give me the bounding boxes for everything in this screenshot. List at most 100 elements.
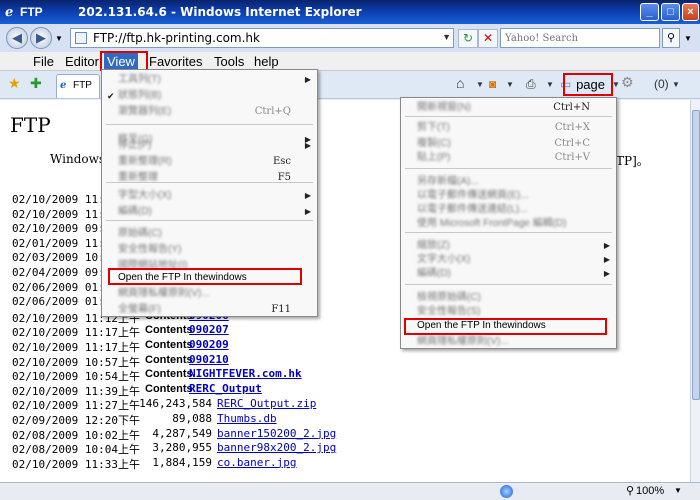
feeds-icon[interactable]: ◙ <box>489 77 496 91</box>
view-menu-item[interactable]: 瀏覽器列(E) Ctrl+Q <box>102 104 317 120</box>
menu-favorites[interactable]: Favorites <box>146 53 205 70</box>
page-menu-item[interactable]: 網頁隱私權原則(V)... <box>401 334 616 350</box>
menu-item-label: 貼上(P) <box>417 152 451 163</box>
page-menu-item[interactable]: Open the FTP In thewindows <box>401 318 616 334</box>
stop-button[interactable]: ✕ <box>478 29 498 48</box>
refresh-icon: ↻ <box>462 31 474 45</box>
page-header-right: TP]。 <box>616 154 649 168</box>
menu-item-label: 字型大小(X) <box>118 190 172 201</box>
home-icon[interactable]: ⌂ <box>456 75 464 91</box>
vertical-scrollbar[interactable] <box>690 100 700 482</box>
file-link[interactable]: banner150200_2.jpg <box>217 427 336 440</box>
search-input[interactable] <box>500 28 660 48</box>
zoom-icon[interactable]: ⚲ <box>626 484 634 497</box>
menu-item-label: 重新整理(R) <box>118 156 172 167</box>
view-menu-item[interactable]: 字型大小(X) ▶ <box>102 188 317 204</box>
zoom-level[interactable]: 100% <box>636 485 664 497</box>
view-menu-item[interactable]: 重新整理 F5 <box>102 170 317 186</box>
listing-size: 89,088 <box>172 411 212 425</box>
listing-row: 02/10/2009 10:54上午 Contents NIGHTFEVER.com… <box>12 367 672 383</box>
tools-gear-icon[interactable]: ⚙ <box>621 74 634 91</box>
view-menu-item[interactable]: 原始碼(C) <box>102 226 317 242</box>
page-menu-item[interactable]: 貼上(P) Ctrl+V <box>401 150 616 166</box>
tab-ftp[interactable]: ℯ FTP <box>56 74 100 98</box>
address-field[interactable]: FTP://ftp.hk-printing.com.hk ▼ <box>70 28 454 48</box>
folder-link[interactable]: 090207 <box>189 323 229 336</box>
menu-file[interactable]: File <box>30 53 57 70</box>
page-menu-item[interactable]: 剪下(T) Ctrl+X <box>401 120 616 136</box>
page-menu-button[interactable]: page <box>569 75 609 94</box>
page-icon <box>75 32 87 44</box>
menu-help[interactable]: help <box>251 53 282 70</box>
address-dropdown-icon[interactable]: ▼ <box>442 32 451 42</box>
submenu-arrow-icon: ▶ <box>603 269 610 278</box>
help-dropdown-icon[interactable]: ▼ <box>672 80 680 89</box>
view-menu-item[interactable]: 停止(P) ▶ <box>102 138 317 154</box>
listing-date: 02/10/2009 11:17上午 <box>12 326 140 340</box>
view-menu-item[interactable]: 編碼(D) ▶ <box>102 204 317 220</box>
view-menu-item[interactable]: Open the FTP In thewindows <box>102 270 317 286</box>
menu-item-label: 網頁隱私權原則(V)... <box>118 288 210 299</box>
search-options-icon[interactable]: ▼ <box>684 34 692 43</box>
menu-item-label: 文字大小(X) <box>417 254 471 265</box>
listing-row: 02/10/2009 11:27上午 146,243,584 RERC_Output… <box>12 397 672 412</box>
page-dropdown-icon[interactable]: ▼ <box>612 80 620 89</box>
menu-item-label: Open the FTP In thewindows <box>118 272 247 283</box>
page-menu-item[interactable]: 開新視窗(N) Ctrl+N <box>401 100 616 116</box>
help-icon[interactable]: (0) <box>654 77 669 91</box>
menu-item-label: 工具列(T) <box>118 74 161 85</box>
menu-view[interactable]: View <box>104 53 138 70</box>
view-dropdown-menu: 工具列(T) ▶ ✔ 狀態列(B) 瀏覽器列(E) Ctrl+Q 移至(G) ▶ 停止(P) ▶ 重… <box>101 69 318 317</box>
listing-type: Contents <box>145 324 193 337</box>
file-link[interactable]: banner98x200_2.jpg <box>217 441 336 454</box>
listing-row: 02/09/2009 12:20下午 89,088 Thumbs.db <box>12 412 672 427</box>
listing-type: Contents <box>145 368 193 381</box>
view-menu-item[interactable]: 工具列(T) ▶ <box>102 72 317 88</box>
folder-link[interactable]: 090209 <box>189 338 229 351</box>
home-dropdown-icon[interactable]: ▼ <box>476 80 484 89</box>
print-dropdown-icon[interactable]: ▼ <box>546 80 554 89</box>
menu-item-shortcut: Ctrl+V <box>554 152 590 163</box>
back-button[interactable]: ◀ <box>6 27 28 49</box>
zoom-dropdown-icon[interactable]: ▼ <box>674 486 682 495</box>
menu-item-label: 網頁隱私權原則(V)... <box>417 336 509 347</box>
menu-editor[interactable]: Editor <box>62 53 102 70</box>
refresh-button[interactable]: ↻ <box>458 29 478 48</box>
add-favorite-icon[interactable]: ✚ <box>30 75 42 92</box>
folder-link[interactable]: NIGHTFEVER.com.hk <box>189 367 302 380</box>
menu-item-shortcut: F5 <box>277 172 291 183</box>
stop-icon: ✕ <box>482 31 494 45</box>
page-menu-item[interactable]: 使用 Microsoft FrontPage 編輯(D) <box>401 216 616 232</box>
tab-label: FTP <box>73 80 92 91</box>
scroll-thumb[interactable] <box>692 110 700 400</box>
view-menu-item[interactable]: 網頁隱私權原則(V)... <box>102 286 317 302</box>
listing-row: 02/08/2009 10:02上午 4,287,549 banner150200_… <box>12 427 672 442</box>
page-title: FTP <box>10 113 51 137</box>
view-menu-item[interactable]: 安全性報告(Y) <box>102 242 317 258</box>
listing-size: 146,243,584 <box>139 397 212 411</box>
print-icon[interactable]: ⎙ <box>526 77 536 92</box>
file-link[interactable]: co.baner.jpg <box>217 456 296 469</box>
menu-item-shortcut: Ctrl+X <box>554 122 590 133</box>
folder-link[interactable]: RERC_Output <box>189 382 262 395</box>
file-link[interactable]: RERC_Output.zip <box>217 397 316 410</box>
listing-size: 1,884,159 <box>152 455 212 469</box>
menu-item-label: 開新視窗(N) <box>417 102 471 113</box>
maximize-button[interactable]: □ <box>661 3 680 21</box>
favorites-star-icon[interactable]: ★ <box>8 75 21 92</box>
view-menu-item[interactable]: ✔ 狀態列(B) <box>102 88 317 104</box>
minimize-button[interactable]: _ <box>640 3 659 21</box>
view-menu-item[interactable]: 全螢幕(F) F11 <box>102 302 317 318</box>
forward-button[interactable]: ▶ <box>30 27 52 49</box>
view-menu-item[interactable]: 重新整理(R) Esc <box>102 154 317 170</box>
menu-tools[interactable]: Tools <box>211 53 247 70</box>
menu-separator <box>405 168 612 169</box>
page-menu-item[interactable]: 編碼(D) ▶ <box>401 266 616 282</box>
menu-item-label: 檢視原始碼(C) <box>417 292 481 303</box>
history-dropdown-icon[interactable]: ▼ <box>55 34 63 43</box>
feeds-dropdown-icon[interactable]: ▼ <box>506 80 514 89</box>
folder-link[interactable]: 090210 <box>189 353 229 366</box>
close-button[interactable]: × <box>682 3 699 21</box>
search-button[interactable]: ⚲ <box>662 28 680 48</box>
file-link[interactable]: Thumbs.db <box>217 412 277 425</box>
